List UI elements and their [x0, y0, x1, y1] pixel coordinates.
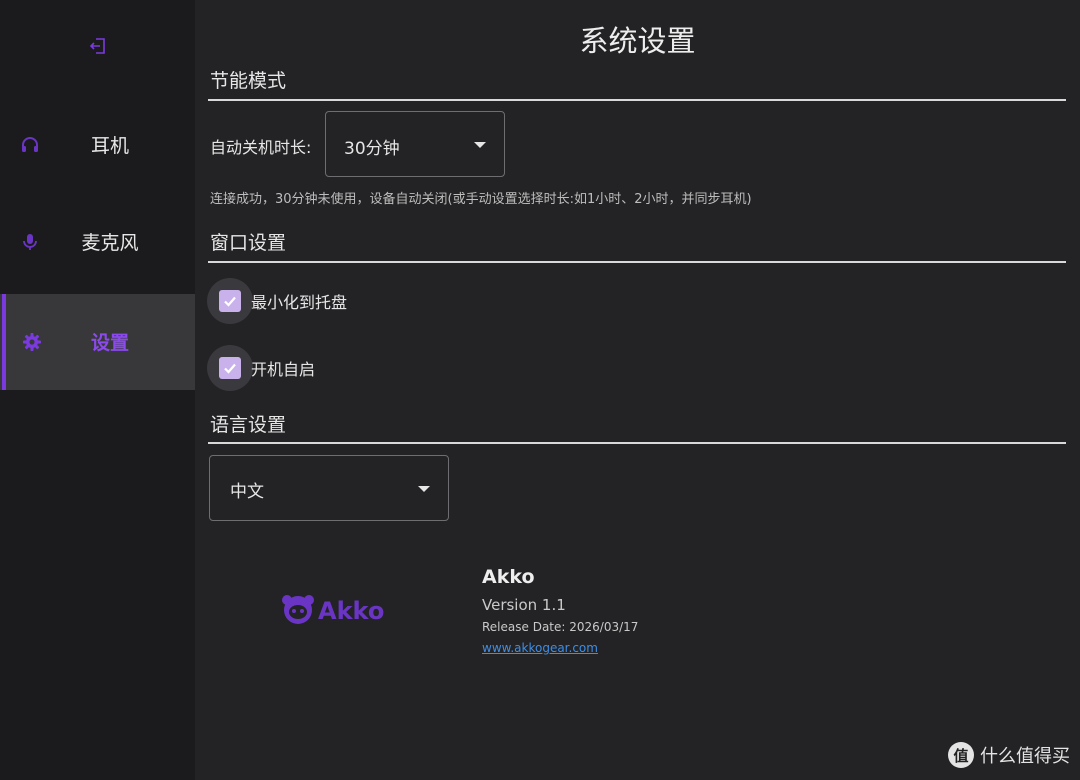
checkbox-checked-icon	[219, 357, 241, 379]
language-select[interactable]: 中文	[209, 455, 449, 521]
logout-button[interactable]	[86, 34, 110, 58]
chevron-down-icon	[418, 486, 430, 492]
svg-text:Akko: Akko	[318, 597, 384, 625]
sidebar-item-settings[interactable]: 设置	[0, 294, 195, 390]
checkbox-label: 开机自启	[251, 360, 316, 379]
divider	[208, 99, 1066, 101]
chevron-down-icon	[474, 142, 486, 148]
watermark-text: 什么值得买	[980, 746, 1070, 767]
sidebar-item-microphone[interactable]: 麦克风	[0, 194, 195, 290]
section-title-power-saving: 节能模式	[210, 70, 287, 92]
app-name: Akko	[482, 566, 535, 588]
checkbox-label: 最小化到托盘	[251, 293, 348, 312]
auto-off-label: 自动关机时长:	[210, 138, 312, 157]
section-title-window: 窗口设置	[210, 232, 287, 254]
app-version: Version 1.1	[482, 596, 566, 614]
settings-panel: 系统设置 节能模式 自动关机时长: 30分钟 连接成功，30分钟未使用，设备自动…	[195, 0, 1080, 780]
checkbox-checked-icon	[219, 290, 241, 312]
logout-icon	[89, 38, 105, 54]
sidebar-item-label: 耳机	[90, 135, 129, 157]
divider	[208, 442, 1066, 444]
checkbox-halo	[207, 345, 253, 391]
release-date: Release Date: 2026/03/17	[482, 620, 639, 634]
sidebar-item-label: 麦克风	[81, 232, 139, 254]
auto-off-hint: 连接成功，30分钟未使用，设备自动关闭(或手动设置选择时长:如1小时、2小时，并…	[210, 192, 752, 207]
auto-off-select[interactable]: 30分钟	[325, 111, 505, 177]
checkbox-halo	[207, 278, 253, 324]
section-title-language: 语言设置	[210, 414, 287, 436]
watermark-badge: 值	[948, 742, 974, 768]
watermark: 值 什么值得买	[948, 742, 1070, 768]
language-value: 中文	[230, 482, 264, 502]
akko-logo: Akko	[280, 590, 400, 630]
autostart-checkbox[interactable]: 开机自启	[207, 345, 316, 391]
website-link[interactable]: www.akkogear.com	[482, 641, 598, 655]
page-title: 系统设置	[579, 24, 696, 58]
minimize-to-tray-checkbox[interactable]: 最小化到托盘	[207, 278, 348, 324]
auto-off-value: 30分钟	[344, 139, 400, 159]
divider	[208, 261, 1066, 263]
sidebar: 耳机 麦克风 设置	[0, 0, 195, 780]
sidebar-item-label: 设置	[90, 332, 129, 354]
sidebar-item-headphones[interactable]: 耳机	[0, 97, 195, 193]
